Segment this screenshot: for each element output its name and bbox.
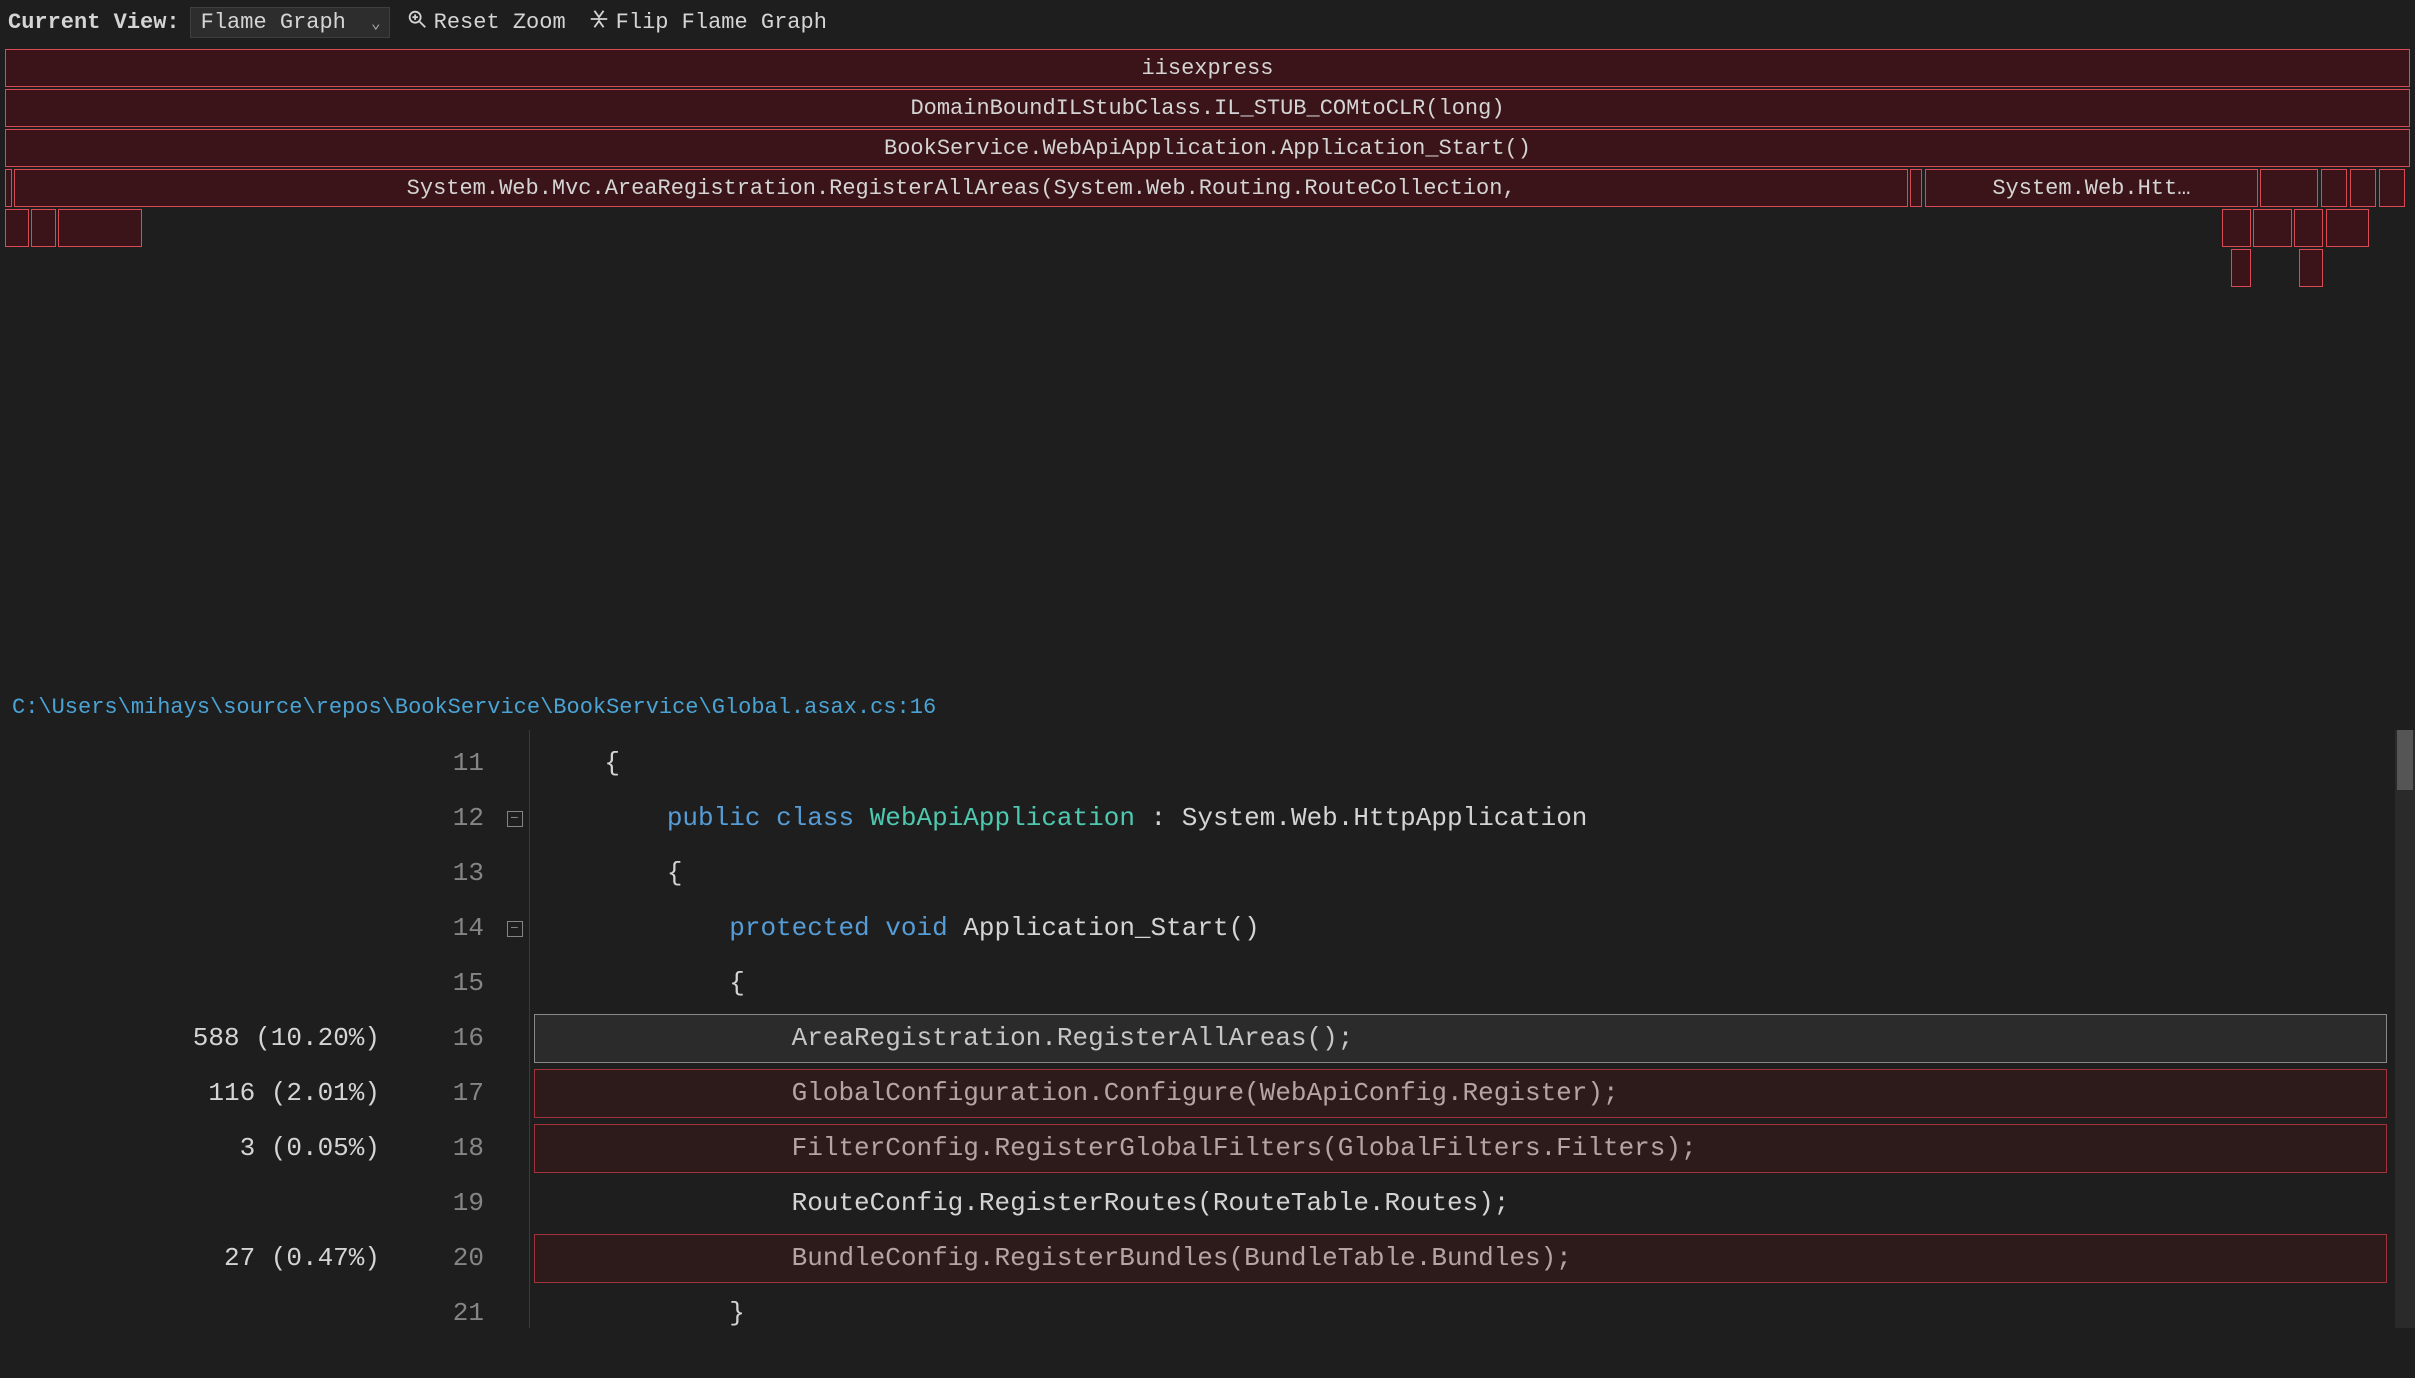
flame-frame[interactable] xyxy=(5,209,29,247)
fold-toggle xyxy=(500,1231,529,1286)
fold-gutter: −− xyxy=(500,730,530,1328)
fold-toggle xyxy=(500,1121,529,1176)
flip-icon xyxy=(588,8,610,37)
flame-graph[interactable]: iisexpressDomainBoundILStubClass.IL_STUB… xyxy=(0,45,2415,685)
code-line[interactable]: { xyxy=(530,956,2415,1011)
metric-value: 27 (0.47%) xyxy=(0,1231,380,1286)
chevron-down-icon: ⌄ xyxy=(371,13,381,33)
code-line[interactable]: { xyxy=(530,846,2415,901)
code-line[interactable]: GlobalConfiguration.Configure(WebApiConf… xyxy=(530,1066,2415,1121)
dropdown-value: Flame Graph xyxy=(201,10,346,35)
fold-toggle xyxy=(500,736,529,791)
code-editor: 588 (10.20%)116 (2.01%)3 (0.05%) 27 (0.47… xyxy=(0,730,2415,1328)
line-number-gutter: 1112131415161718192021 xyxy=(400,730,500,1328)
flame-row xyxy=(0,209,2415,249)
view-dropdown[interactable]: Flame Graph ⌄ xyxy=(190,7,390,38)
zoom-icon xyxy=(406,8,428,37)
metric-value xyxy=(0,1286,380,1341)
flame-row: System.Web.Mvc.AreaRegistration.Register… xyxy=(0,169,2415,209)
flame-row: BookService.WebApiApplication.Applicatio… xyxy=(0,129,2415,169)
code-line[interactable]: { xyxy=(530,736,2415,791)
flame-frame[interactable] xyxy=(58,209,143,247)
metric-value xyxy=(0,846,380,901)
fold-toggle xyxy=(500,846,529,901)
hot-path-highlight xyxy=(534,1124,2387,1173)
line-number: 14 xyxy=(400,901,484,956)
flame-frame[interactable] xyxy=(2350,169,2377,207)
metric-value: 588 (10.20%) xyxy=(0,1011,380,1066)
flame-frame[interactable] xyxy=(5,169,12,207)
metric-value: 3 (0.05%) xyxy=(0,1121,380,1176)
collapse-icon: − xyxy=(507,921,523,937)
metric-value xyxy=(0,901,380,956)
fold-toggle xyxy=(500,956,529,1011)
line-number: 12 xyxy=(400,791,484,846)
flame-frame[interactable] xyxy=(2299,249,2323,287)
metric-value xyxy=(0,1176,380,1231)
fold-toggle[interactable]: − xyxy=(500,791,529,846)
line-number: 15 xyxy=(400,956,484,1011)
line-number: 19 xyxy=(400,1176,484,1231)
flame-frame[interactable] xyxy=(2253,209,2292,247)
flame-frame[interactable] xyxy=(2231,249,2250,287)
code-line[interactable]: public class WebApiApplication : System.… xyxy=(530,791,2415,846)
hot-path-highlight xyxy=(534,1234,2387,1283)
flame-frame[interactable] xyxy=(2326,209,2369,247)
flame-frame[interactable] xyxy=(2222,209,2251,247)
reset-zoom-button[interactable]: Reset Zoom xyxy=(400,6,572,39)
hot-path-highlight xyxy=(534,1014,2387,1063)
flame-frame[interactable]: System.Web.Htt… xyxy=(1925,169,2258,207)
flame-frame[interactable] xyxy=(31,209,55,247)
fold-toggle xyxy=(500,1176,529,1231)
hot-path-highlight xyxy=(534,1069,2387,1118)
flame-row: iisexpress xyxy=(0,49,2415,89)
code-line[interactable]: protected void Application_Start() xyxy=(530,901,2415,956)
flame-frame[interactable]: System.Web.Mvc.AreaRegistration.Register… xyxy=(14,169,1907,207)
flame-row xyxy=(0,249,2415,289)
flip-flame-button[interactable]: Flip Flame Graph xyxy=(582,6,833,39)
line-number: 13 xyxy=(400,846,484,901)
fold-toggle[interactable]: − xyxy=(500,901,529,956)
flame-frame[interactable] xyxy=(2379,169,2406,207)
flame-frame[interactable] xyxy=(1910,169,1922,207)
flame-frame[interactable]: DomainBoundILStubClass.IL_STUB_COMtoCLR(… xyxy=(5,89,2410,127)
reset-zoom-label: Reset Zoom xyxy=(434,10,566,35)
flame-row: DomainBoundILStubClass.IL_STUB_COMtoCLR(… xyxy=(0,89,2415,129)
line-number: 18 xyxy=(400,1121,484,1176)
line-number: 11 xyxy=(400,736,484,791)
flame-frame[interactable]: iisexpress xyxy=(5,49,2410,87)
line-number: 16 xyxy=(400,1011,484,1066)
flame-frame[interactable]: BookService.WebApiApplication.Applicatio… xyxy=(5,129,2410,167)
metric-value xyxy=(0,736,380,791)
metric-value: 116 (2.01%) xyxy=(0,1066,380,1121)
line-number: 17 xyxy=(400,1066,484,1121)
flip-flame-label: Flip Flame Graph xyxy=(616,10,827,35)
file-path[interactable]: C:\Users\mihays\source\repos\BookService… xyxy=(0,685,2415,730)
flame-frame[interactable] xyxy=(2294,209,2323,247)
fold-toggle xyxy=(500,1066,529,1121)
code-line[interactable]: AreaRegistration.RegisterAllAreas(); xyxy=(530,1011,2415,1066)
flame-frame[interactable] xyxy=(2260,169,2318,207)
metric-value xyxy=(0,791,380,846)
code-line[interactable]: RouteConfig.RegisterRoutes(RouteTable.Ro… xyxy=(530,1176,2415,1231)
metrics-gutter: 588 (10.20%)116 (2.01%)3 (0.05%) 27 (0.47… xyxy=(0,730,400,1328)
code-line[interactable]: BundleConfig.RegisterBundles(BundleTable… xyxy=(530,1231,2415,1286)
code-lines[interactable]: { public class WebApiApplication : Syste… xyxy=(530,730,2415,1328)
line-number: 21 xyxy=(400,1286,484,1341)
code-line[interactable]: FilterConfig.RegisterGlobalFilters(Globa… xyxy=(530,1121,2415,1176)
fold-toggle xyxy=(500,1011,529,1066)
current-view-label: Current View: xyxy=(8,10,180,35)
toolbar: Current View: Flame Graph ⌄ Reset Zoom F… xyxy=(0,0,2415,45)
line-number: 20 xyxy=(400,1231,484,1286)
fold-toggle xyxy=(500,1286,529,1341)
collapse-icon: − xyxy=(507,811,523,827)
metric-value xyxy=(0,956,380,1011)
flame-frame[interactable] xyxy=(2321,169,2348,207)
code-line[interactable]: } xyxy=(530,1286,2415,1341)
